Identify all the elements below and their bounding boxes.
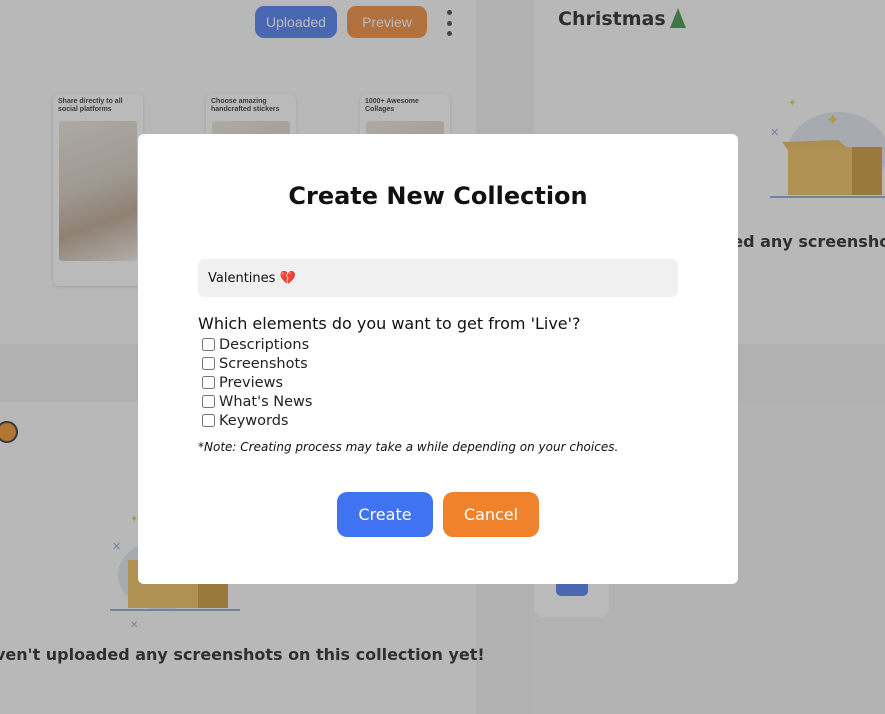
option-label: Keywords (219, 412, 289, 429)
option-whats-news[interactable]: What's News (202, 392, 312, 411)
descriptions-checkbox[interactable] (202, 338, 215, 351)
option-screenshots[interactable]: Screenshots (202, 354, 312, 373)
whats-news-checkbox[interactable] (202, 395, 215, 408)
option-label: Previews (219, 374, 283, 391)
previews-checkbox[interactable] (202, 376, 215, 389)
option-descriptions[interactable]: Descriptions (202, 335, 312, 354)
create-collection-modal: Create New Collection Which elements do … (138, 134, 738, 584)
option-keywords[interactable]: Keywords (202, 411, 312, 430)
modal-title: Create New Collection (288, 182, 588, 210)
option-label: Screenshots (219, 355, 308, 372)
create-button[interactable]: Create (337, 492, 433, 537)
keywords-checkbox[interactable] (202, 414, 215, 427)
screenshots-checkbox[interactable] (202, 357, 215, 370)
option-label: What's News (219, 393, 313, 410)
elements-options: Descriptions Screenshots Previews What's… (202, 335, 312, 430)
option-previews[interactable]: Previews (202, 373, 312, 392)
process-note: *Note: Creating process may take a while… (198, 440, 619, 454)
cancel-button[interactable]: Cancel (443, 492, 539, 537)
elements-question: Which elements do you want to get from '… (198, 314, 581, 333)
option-label: Descriptions (219, 336, 310, 353)
collection-name-input[interactable] (198, 259, 678, 297)
